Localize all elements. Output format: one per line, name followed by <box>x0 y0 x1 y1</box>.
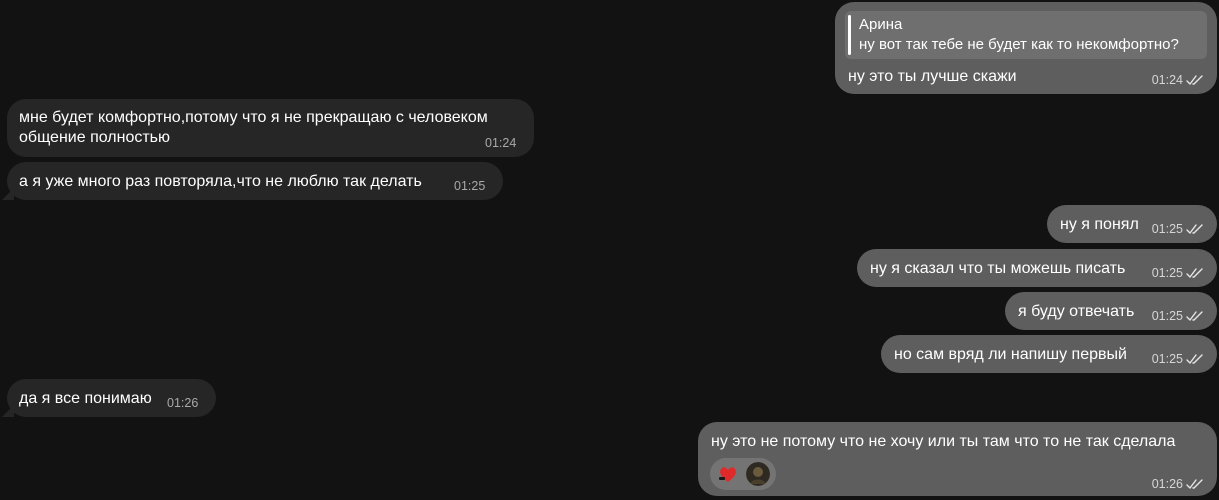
message-bubble-outgoing[interactable]: но сам вряд ли напишу первый 01:25 <box>881 335 1217 373</box>
reply-text: ну вот так тебе не будет как то некомфор… <box>859 36 1179 53</box>
message-time: 01:26 <box>1151 477 1183 491</box>
message-bubble-incoming[interactable]: мне будет комфортно,потому что я не прек… <box>7 99 534 157</box>
message-text-line: общение полностью <box>19 129 171 146</box>
double-check-icon <box>1186 478 1203 489</box>
message-bubble-outgoing[interactable]: Арина ну вот так тебе не будет как то не… <box>835 2 1217 94</box>
message-time: 01:25 <box>1151 309 1183 323</box>
message-bubble-outgoing[interactable]: ну это не потому что не хочу или ты там … <box>698 422 1217 496</box>
message-text: но сам вряд ли напишу первый <box>894 346 1127 363</box>
reply-quote[interactable]: Арина ну вот так тебе не будет как то не… <box>845 11 1207 59</box>
message-text: ну я сказал что ты можешь писать <box>870 260 1126 277</box>
reply-bar <box>848 15 851 55</box>
message-text: ну это не потому что не хочу или ты там … <box>711 433 1176 450</box>
message-time: 01:24 <box>485 136 517 150</box>
message-bubble-outgoing[interactable]: ну я понял 01:25 <box>1047 205 1217 243</box>
message-meta: 01:25 <box>1152 349 1204 369</box>
double-check-icon <box>1186 267 1203 278</box>
message-text: а я уже много раз повторяла,что не люблю… <box>19 173 422 190</box>
message-text-line: мне будет комфортно,потому что я не прек… <box>19 109 488 126</box>
double-check-icon <box>1186 353 1203 364</box>
double-check-icon <box>1186 310 1203 321</box>
message-bubble-outgoing[interactable]: я буду отвечать 01:25 <box>1005 292 1217 330</box>
double-check-icon <box>1186 74 1203 85</box>
message-meta: 01:24 <box>1152 70 1204 90</box>
heart-reaction-icon[interactable] <box>716 462 740 486</box>
message-time: 01:25 <box>1151 222 1183 236</box>
reactions-pill[interactable] <box>710 458 776 490</box>
message-time: 01:24 <box>1151 73 1183 87</box>
double-check-icon <box>1186 223 1203 234</box>
message-meta: 01:25 <box>1152 219 1204 239</box>
message-text: ну это ты лучше скажи <box>848 68 1017 85</box>
avatar-reaction-icon[interactable] <box>746 462 770 486</box>
message-meta: 01:25 <box>1152 263 1204 283</box>
message-bubble-outgoing[interactable]: ну я сказал что ты можешь писать 01:25 <box>857 249 1217 287</box>
message-time: 01:26 <box>167 396 199 410</box>
message-time: 01:25 <box>454 179 486 193</box>
reply-author: Арина <box>859 16 903 33</box>
message-text: ну я понял <box>1060 216 1139 233</box>
message-text: я буду отвечать <box>1018 303 1135 320</box>
message-bubble-incoming[interactable]: а я уже много раз повторяла,что не люблю… <box>7 162 503 200</box>
message-text: да я все понимаю <box>19 390 152 407</box>
message-time: 01:25 <box>1151 352 1183 366</box>
message-meta: 01:25 <box>1152 306 1204 326</box>
message-meta: 01:26 <box>1152 474 1204 494</box>
message-bubble-incoming[interactable]: да я все понимаю 01:26 <box>7 379 216 417</box>
message-time: 01:25 <box>1151 266 1183 280</box>
